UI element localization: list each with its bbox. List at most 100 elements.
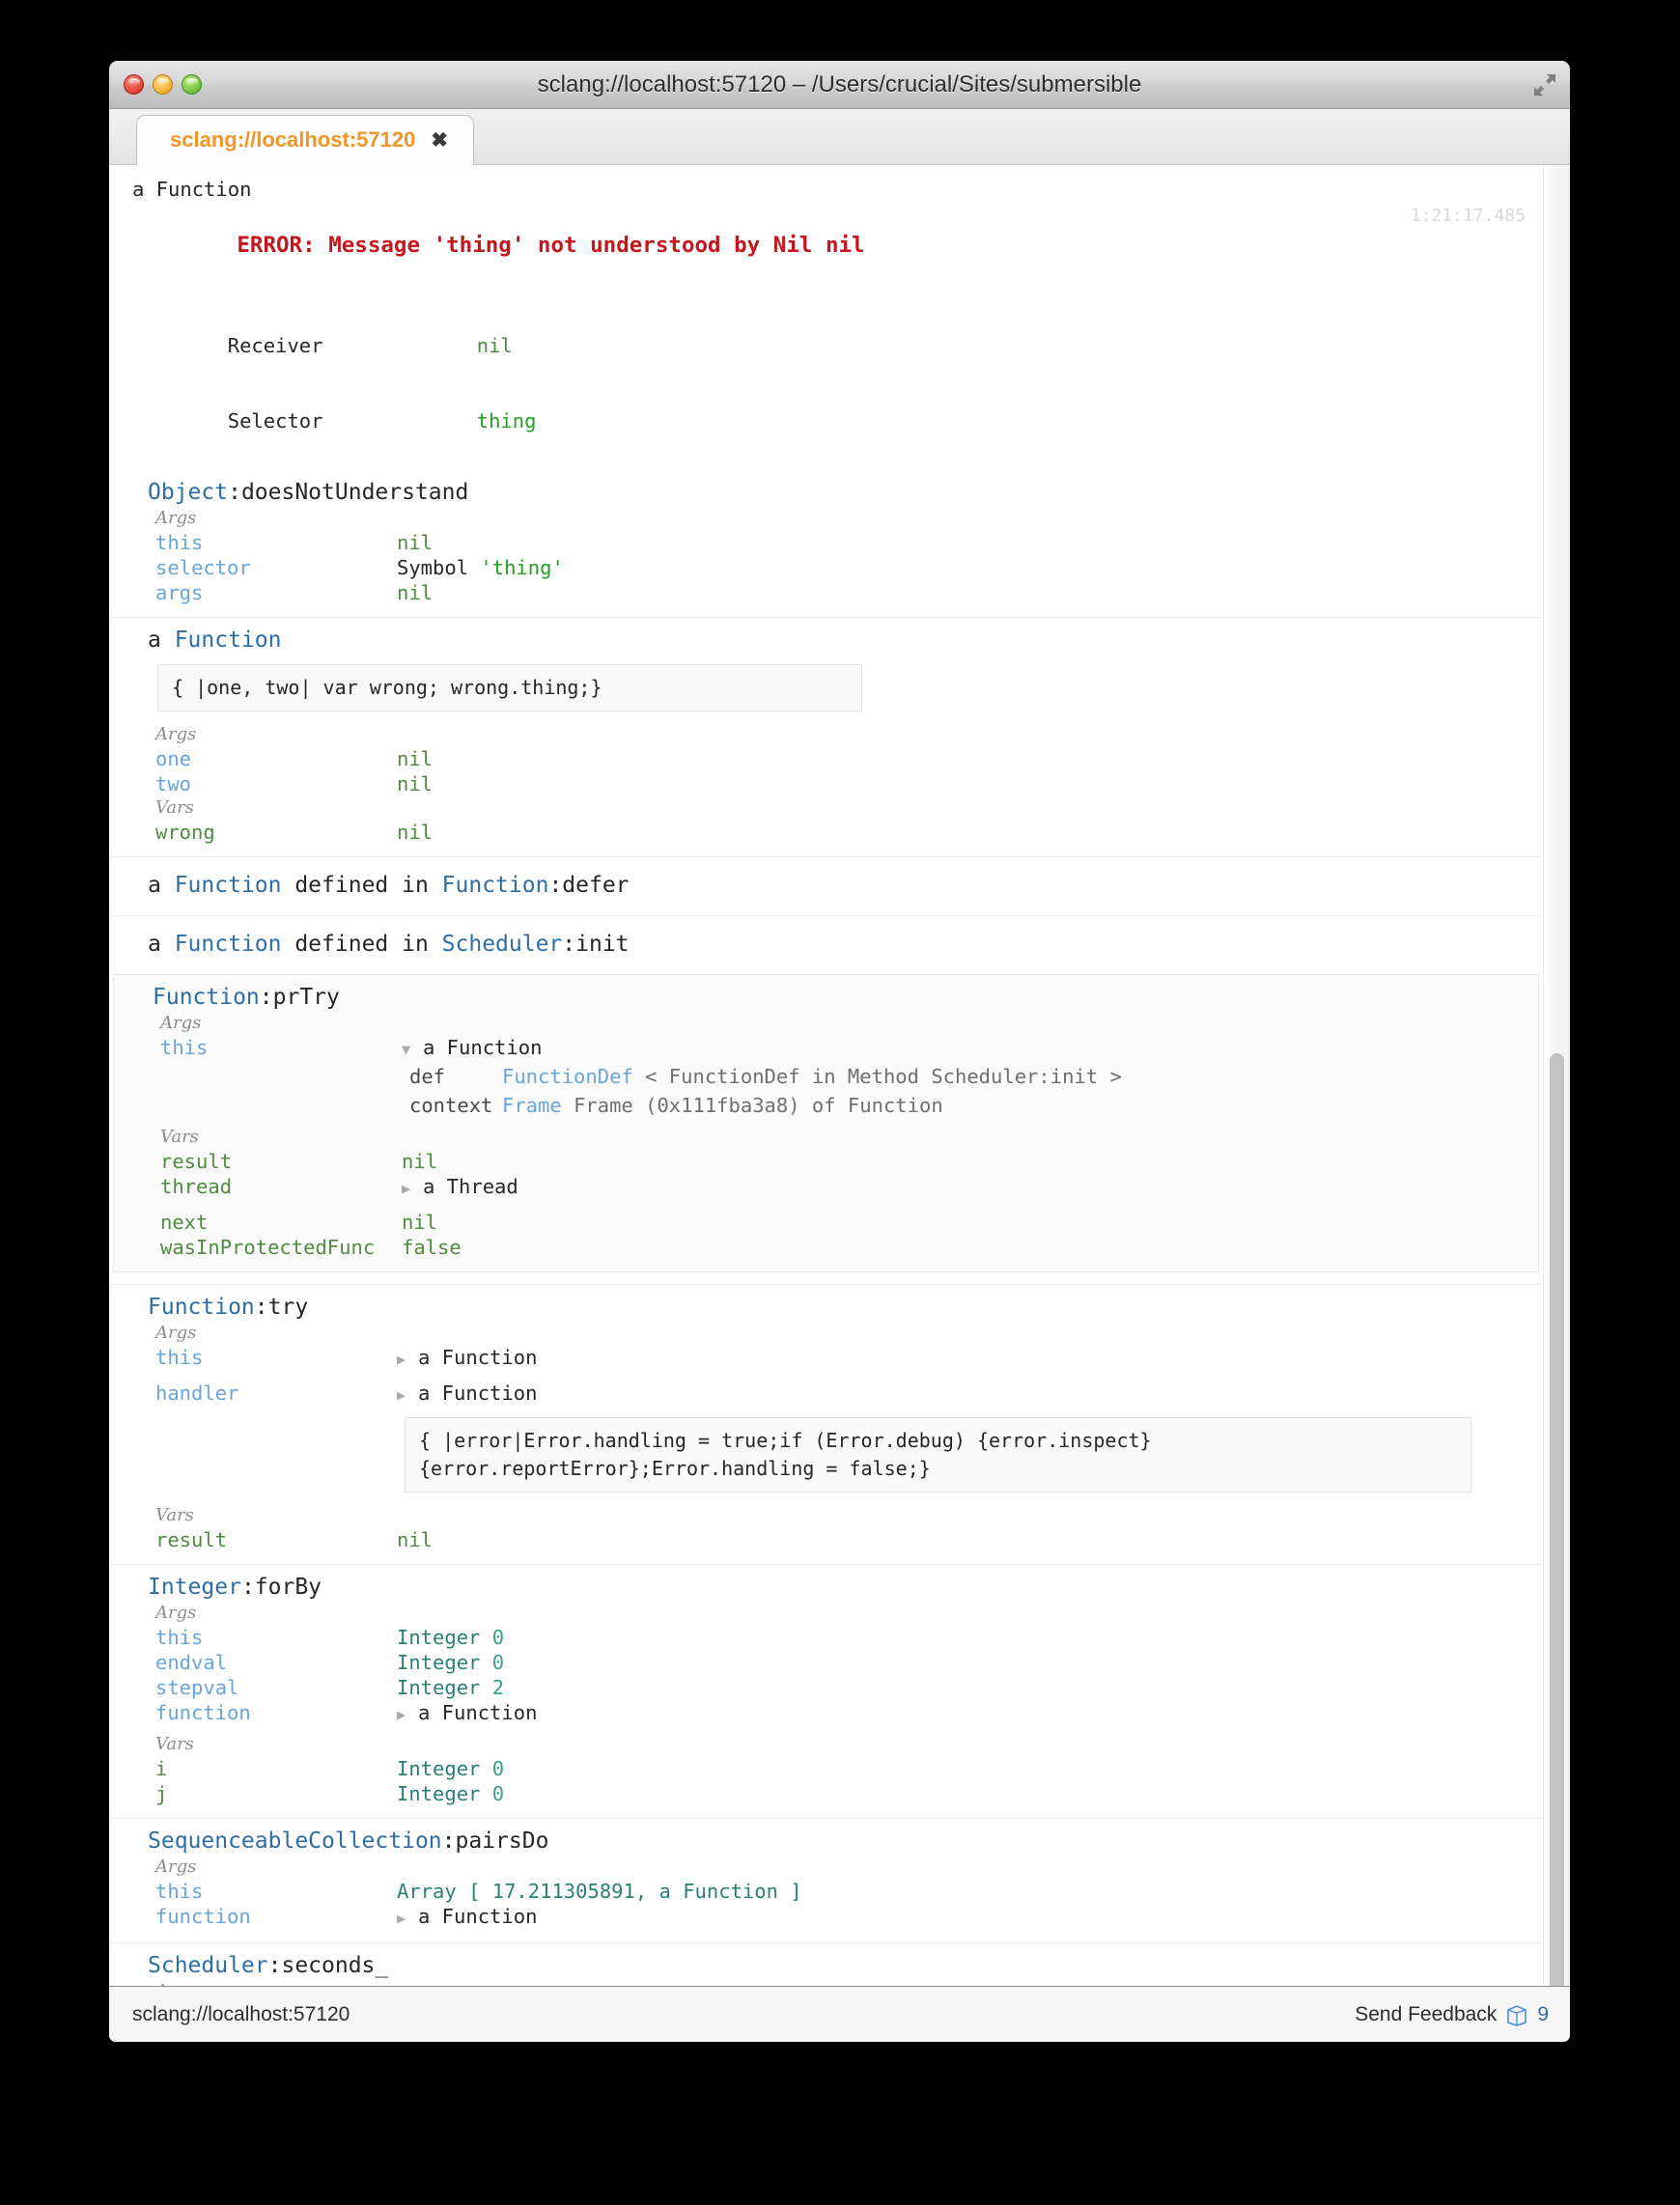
var-value: nil (397, 1528, 434, 1551)
send-feedback-button[interactable]: Send Feedback (1355, 2003, 1497, 2026)
fullscreen-arrows-icon[interactable] (1533, 73, 1556, 97)
frame-defined-in-init: a Function defined in Scheduler:init (109, 915, 1543, 974)
vertical-scrollbar-track[interactable] (1543, 165, 1570, 1986)
arg-object: a Function (418, 1382, 538, 1405)
window-title: sclang://localhost:57120 – /Users/crucia… (537, 71, 1142, 98)
status-right-group: Send Feedback 9 (1355, 2003, 1549, 2026)
arg-name: selector (155, 556, 251, 579)
frame-method: :doesNotUnderstand (228, 480, 469, 505)
frame-for-by: Integer:forBy Args this Integer 0 endval… (109, 1564, 1543, 1818)
disclosure-triangle-icon[interactable]: ▶ (397, 1347, 418, 1372)
disclosure-triangle-icon[interactable]: ▶ (397, 1906, 418, 1931)
minimize-button[interactable] (153, 74, 173, 95)
detail-key: def (409, 1065, 446, 1088)
frame-defined-in-defer: a Function defined in Function:defer (109, 856, 1543, 915)
disclosure-triangle-icon[interactable]: ▼ (402, 1037, 423, 1062)
arg-row: function ▶ a Function (148, 1904, 1514, 1931)
selector-label: Selector (227, 409, 323, 433)
args-label: Args (148, 1980, 1514, 1986)
frame-method: :pairsDo (441, 1828, 549, 1854)
arg-value: nil (397, 772, 434, 795)
arg-type: Integer (397, 1626, 481, 1649)
var-value: false (402, 1236, 462, 1259)
frame-title: a Function defined in Scheduler:init (148, 932, 1514, 957)
status-bar: sclang://localhost:57120 Send Feedback 9 (109, 1986, 1570, 2042)
arg-name: one (155, 747, 192, 770)
frame-method: :try (254, 1295, 309, 1320)
var-value: ▶ a Thread (402, 1174, 1509, 1201)
frame-class: Function (441, 873, 549, 898)
detail-value: < FunctionDef in Method Scheduler:init > (645, 1065, 1122, 1088)
frame-kind: Function (174, 932, 282, 957)
frame-method: :seconds_ (267, 1953, 389, 1978)
args-label: Args (155, 1856, 197, 1877)
frame-method: :defer (548, 873, 630, 898)
frame-try: Function:try Args this ▶ a Function handl… (109, 1284, 1543, 1564)
window-titlebar: sclang://localhost:57120 – /Users/crucia… (109, 61, 1570, 109)
frame-class: Function (153, 985, 260, 1010)
frame-title: Object:doesNotUnderstand (148, 480, 1514, 505)
arg-row: this nil (148, 530, 1514, 555)
tab-label: sclang://localhost:57120 (170, 127, 416, 152)
disclosure-triangle-icon[interactable]: ▶ (397, 1382, 418, 1408)
frame-does-not-understand: Object:doesNotUnderstand Args this nil s… (109, 459, 1543, 617)
frame-prefix: a (148, 932, 175, 957)
frame-prefix: a (148, 628, 175, 653)
frame-title: SequenceableCollection:pairsDo (148, 1828, 1514, 1854)
arg-name: stepval (155, 1676, 239, 1699)
var-object: a Thread (423, 1175, 518, 1198)
frame-class: Object (148, 480, 229, 505)
var-value: Integer 0 (397, 1756, 1514, 1781)
error-line: ERROR: Message 'thing' not understood by… (109, 202, 1543, 308)
frame-prefix: a (148, 873, 175, 898)
tab-sclang-localhost[interactable]: sclang://localhost:57120 ✖ (136, 115, 474, 165)
close-button[interactable] (124, 74, 144, 95)
disclosure-triangle-icon[interactable]: ▶ (402, 1176, 423, 1201)
arg-row: this ▶ a Function (148, 1345, 1514, 1372)
arg-name: this (160, 1036, 209, 1059)
var-name: result (155, 1528, 228, 1551)
frame-class: Scheduler (148, 1953, 268, 1978)
arg-row: endval Integer 0 (148, 1650, 1514, 1675)
frame-class: Integer (148, 1575, 241, 1600)
arg-object: a Function (423, 1036, 543, 1059)
handler-source-box: { |error|Error.handling = true;if (Error… (405, 1417, 1471, 1493)
frame-class: Scheduler (441, 932, 563, 957)
arg-value: ▶ a Function (397, 1381, 1514, 1408)
window-controls (124, 74, 202, 95)
frame-title: a Function defined in Function:defer (148, 873, 1514, 898)
arg-value: nil (397, 747, 434, 770)
arg-literal: 'thing' (480, 556, 564, 579)
disclosure-triangle-icon[interactable]: ▶ (397, 1702, 418, 1727)
frame-title: Function:try (148, 1295, 1514, 1320)
frame-title: a Function (148, 628, 1514, 653)
intro-line: a Function (132, 178, 252, 201)
detail-type: FunctionDef (502, 1065, 633, 1088)
vars-label: Vars (155, 1734, 194, 1754)
package-box-icon[interactable] (1506, 2003, 1527, 2026)
arg-type: Integer (397, 1676, 481, 1699)
args-label: Args (155, 1603, 197, 1623)
arg-value: ▶ a Function (397, 1700, 1514, 1727)
arg-value: ▼ a Function (402, 1035, 1509, 1062)
frame-kind: Function (174, 873, 282, 898)
var-row: result nil (153, 1149, 1509, 1174)
arg-value: ▶ a Function (397, 1345, 1514, 1372)
function-source-box: { |one, two| var wrong; wrong.thing;} (157, 664, 862, 712)
arg-row: handler ▶ a Function (148, 1381, 1514, 1408)
arg-row: selector Symbol 'thing' (148, 555, 1514, 580)
frame-class: SequenceableCollection (148, 1828, 442, 1854)
args-label: Args (155, 508, 197, 528)
var-name: i (155, 1757, 168, 1780)
arg-type: Array (397, 1880, 457, 1903)
var-name: result (160, 1150, 233, 1173)
detail-value: Frame (0x111fba3a8) of Function (574, 1094, 943, 1117)
close-icon[interactable]: ✖ (431, 128, 448, 153)
vertical-scrollbar-thumb[interactable] (1550, 1053, 1564, 1986)
detail-row: context Frame Frame (0x111fba3a8) of Fun… (153, 1091, 1509, 1120)
arg-number: 0 (491, 1651, 505, 1674)
arg-value: nil (397, 531, 434, 554)
zoom-button[interactable] (182, 74, 202, 95)
arg-name: handler (155, 1382, 239, 1405)
arg-row: two nil (148, 771, 1514, 796)
